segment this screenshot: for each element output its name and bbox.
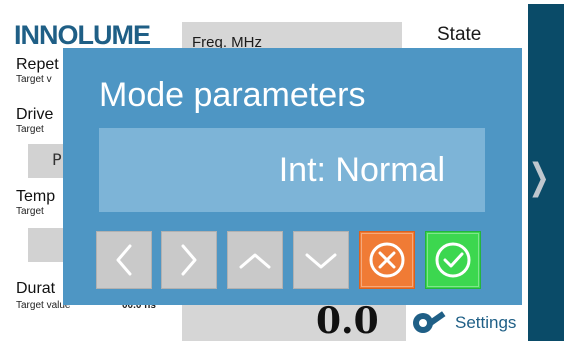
brand-logo: INNOLUME bbox=[14, 20, 151, 50]
temperature-button[interactable] bbox=[28, 228, 66, 262]
repetition-label: Repet bbox=[16, 56, 59, 73]
mode-value-text: Int: Normal bbox=[278, 150, 445, 189]
dialog-button-row bbox=[96, 231, 489, 289]
drive-label: Drive bbox=[16, 106, 54, 123]
drive-target-label: Target bbox=[16, 124, 44, 135]
dialog-title: Mode parameters bbox=[99, 76, 366, 114]
chevron-down-icon bbox=[305, 253, 337, 269]
chevron-up-icon bbox=[239, 253, 271, 269]
up-button[interactable] bbox=[227, 231, 283, 289]
close-circle-icon bbox=[369, 242, 405, 278]
temperature-target-label: Target bbox=[16, 206, 44, 217]
bottom-value: 0.0 bbox=[316, 300, 379, 341]
check-circle-icon bbox=[435, 242, 471, 278]
chevron-left-icon bbox=[116, 244, 132, 276]
down-button[interactable] bbox=[293, 231, 349, 289]
drive-button-label: P bbox=[52, 150, 62, 169]
mode-value-display: Int: Normal bbox=[99, 128, 485, 212]
right-rail: ❯ bbox=[528, 4, 564, 341]
next-button[interactable] bbox=[161, 231, 217, 289]
confirm-button[interactable] bbox=[425, 231, 481, 289]
chevron-right-icon[interactable]: ❯ bbox=[528, 160, 549, 196]
cancel-button[interactable] bbox=[359, 231, 415, 289]
state-title: State bbox=[437, 24, 482, 45]
settings-button[interactable]: Settings bbox=[409, 308, 516, 338]
mode-parameters-dialog: Mode parameters Int: Normal bbox=[63, 48, 522, 305]
settings-icon bbox=[413, 311, 446, 333]
repetition-target-label: Target v bbox=[16, 74, 52, 85]
drive-button[interactable]: P bbox=[28, 144, 66, 178]
previous-button[interactable] bbox=[96, 231, 152, 289]
temperature-label: Temp bbox=[16, 188, 56, 205]
duration-label: Durat bbox=[16, 280, 56, 297]
settings-label: Settings bbox=[455, 313, 517, 332]
chevron-right-icon bbox=[181, 244, 197, 276]
